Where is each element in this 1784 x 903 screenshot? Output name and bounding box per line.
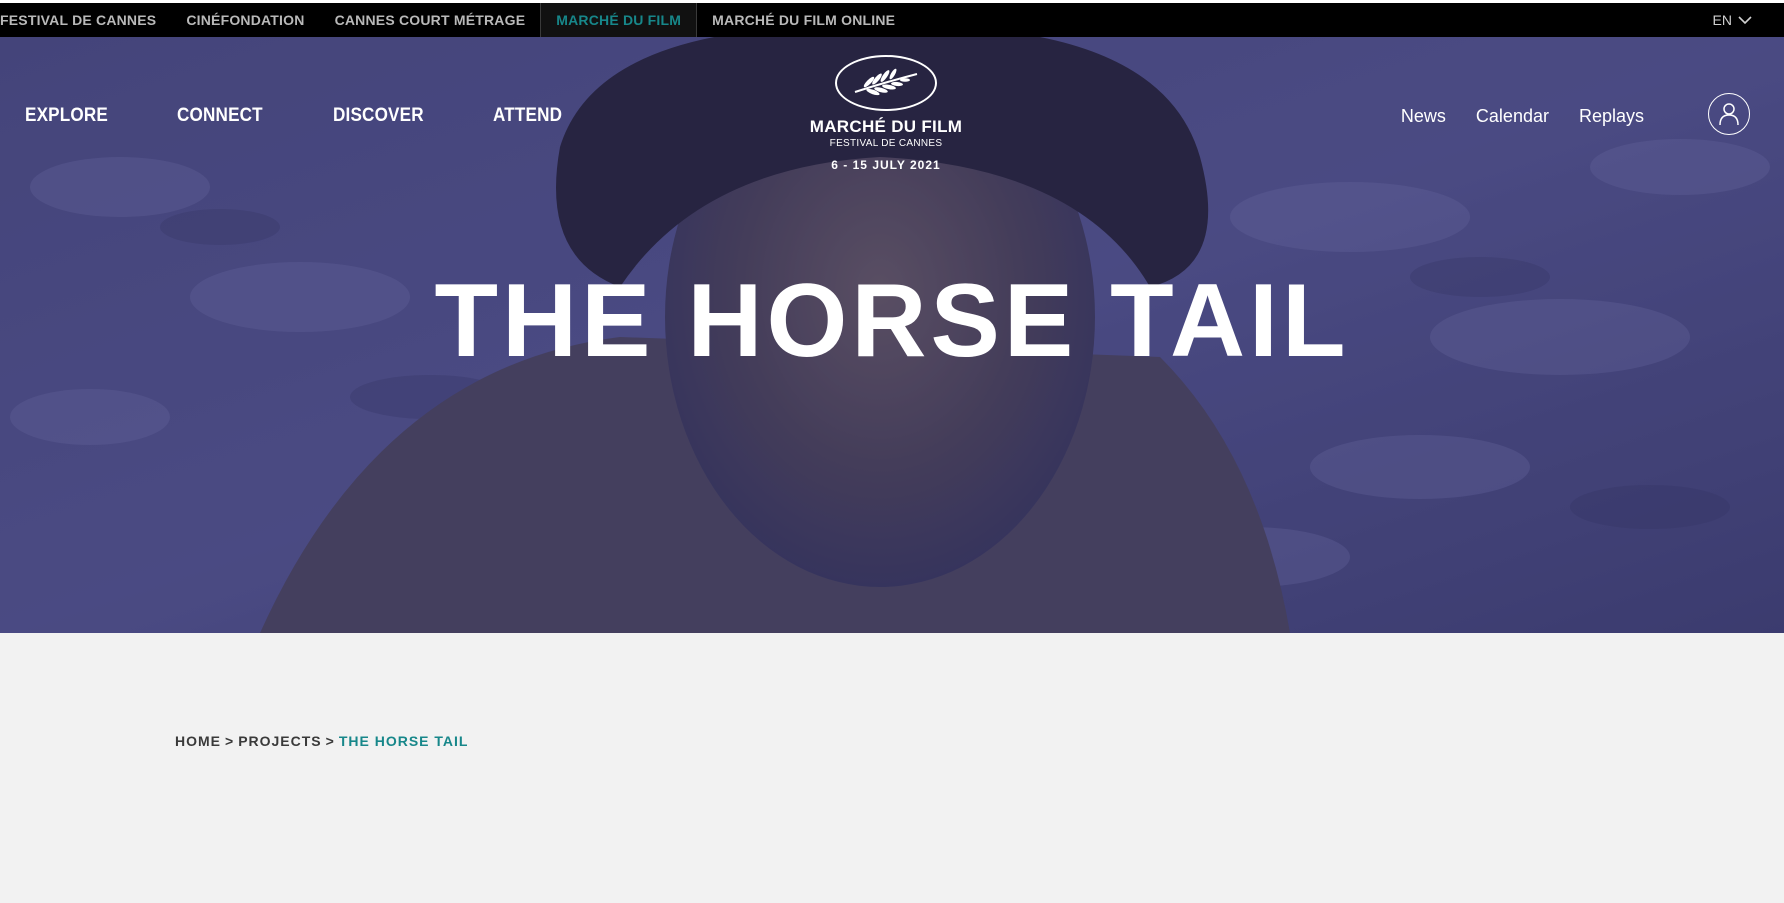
nav-replays[interactable]: Replays xyxy=(1579,106,1644,127)
breadcrumb-separator: > xyxy=(225,733,235,749)
palm-icon xyxy=(835,55,937,111)
nav-explore[interactable]: EXPLORE xyxy=(25,105,108,127)
site-link-cinefondation[interactable]: CINÉFONDATION xyxy=(171,3,319,37)
chevron-down-icon xyxy=(1738,12,1752,28)
nav-connect[interactable]: CONNECT xyxy=(177,105,263,127)
breadcrumb-projects[interactable]: PROJECTS xyxy=(238,733,321,749)
nav-discover[interactable]: DISCOVER xyxy=(333,105,424,127)
hero-banner: EXPLORE CONNECT DISCOVER ATTEND MARCHÉ D… xyxy=(0,37,1784,633)
language-selector[interactable]: EN xyxy=(1713,3,1752,37)
logo-subtitle: FESTIVAL DE CANNES xyxy=(829,138,943,149)
site-link-festival-de-cannes[interactable]: FESTIVAL DE CANNES xyxy=(0,3,171,37)
breadcrumb-separator: > xyxy=(325,733,335,749)
breadcrumb-home[interactable]: HOME xyxy=(175,733,221,749)
language-label: EN xyxy=(1712,12,1732,28)
site-link-marche-du-film-online[interactable]: MARCHÉ DU FILM ONLINE xyxy=(697,3,910,37)
breadcrumb: HOME > PROJECTS > THE HORSE TAIL xyxy=(175,733,468,749)
nav-calendar[interactable]: Calendar xyxy=(1476,106,1549,127)
event-dates: 6 - 15 JULY 2021 xyxy=(831,158,941,172)
page-title: THE HORSE TAIL xyxy=(434,263,1350,379)
site-link-cannes-court-metrage[interactable]: CANNES COURT MÉTRAGE xyxy=(320,3,541,37)
site-link-marche-du-film[interactable]: MARCHÉ DU FILM xyxy=(540,3,698,37)
site-switcher-bar: FESTIVAL DE CANNES CINÉFONDATION CANNES … xyxy=(0,3,1784,37)
nav-attend[interactable]: ATTEND xyxy=(493,105,562,127)
user-icon[interactable] xyxy=(1708,93,1750,135)
content-area: HOME > PROJECTS > THE HORSE TAIL xyxy=(0,633,1784,903)
logo-name: MARCHÉ DU FILM xyxy=(809,117,963,136)
site-logo[interactable]: MARCHÉ DU FILM FESTIVAL DE CANNES 6 - 15… xyxy=(806,55,966,172)
main-navigation: EXPLORE CONNECT DISCOVER ATTEND xyxy=(25,105,570,127)
secondary-navigation: News Calendar Replays xyxy=(1401,106,1644,127)
nav-news[interactable]: News xyxy=(1401,106,1446,127)
breadcrumb-current: THE HORSE TAIL xyxy=(338,733,469,749)
